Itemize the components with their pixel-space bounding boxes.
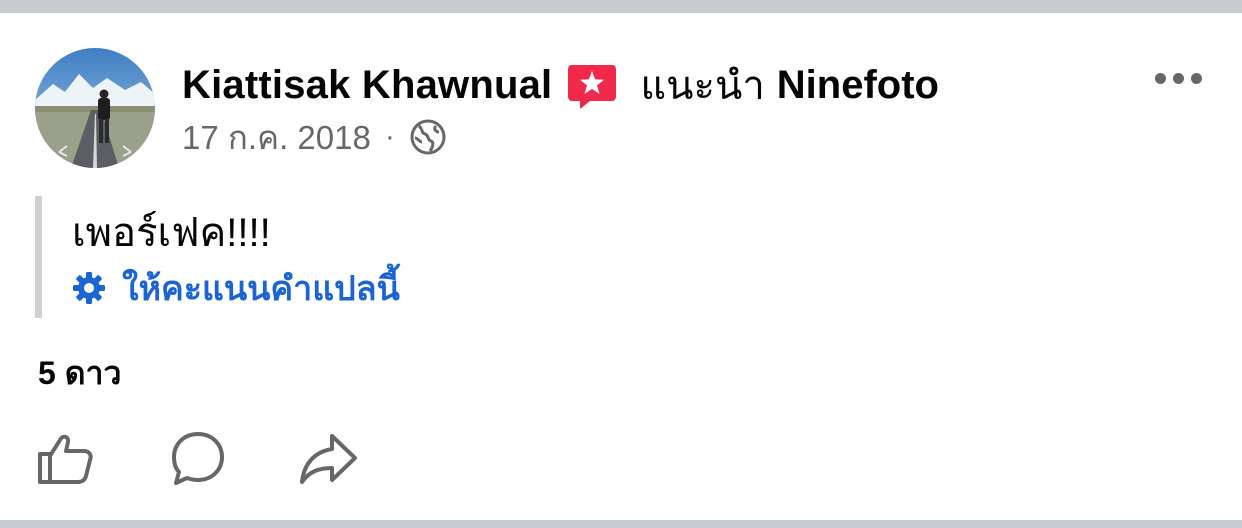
recommend-star-icon [566,59,618,111]
meta-separator: · [384,120,395,153]
top-divider [0,0,1242,13]
rate-translation-link[interactable]: ให้คะแนนคำแปลนี้ [72,264,400,312]
rating-text: 5 ดาว [38,355,122,391]
post-date[interactable]: 17 ก.ค. 2018 [182,111,371,164]
more-options-button[interactable] [1148,62,1208,94]
quote-bar [35,196,42,318]
recommended-page-link[interactable]: Ninefoto [777,63,939,108]
comment-button[interactable] [168,428,228,488]
bottom-divider [0,520,1242,528]
like-button[interactable] [36,428,96,488]
more-options-icon [1190,72,1202,84]
author-name[interactable]: Kiattisak Khawnual [182,63,552,108]
post-header: Kiattisak Khawnual แนะนำ Ninefoto [182,58,939,112]
post-text: เพอร์เฟค!!!! [72,211,271,255]
thumbs-up-icon [38,434,93,484]
rate-translation-label: ให้คะแนนคำแปลนี้ [122,270,400,308]
more-options-icon [1154,72,1166,84]
gear-icon [72,271,106,305]
recommendation-label: แนะนำ [640,64,765,108]
avatar[interactable] [35,48,155,168]
post-meta: 17 ก.ค. 2018 · [182,116,447,158]
globe-icon[interactable] [409,118,447,156]
comment-bubble-icon [172,432,224,485]
share-arrow-icon [300,434,357,484]
share-button[interactable] [298,428,358,488]
more-options-icon [1172,72,1184,84]
